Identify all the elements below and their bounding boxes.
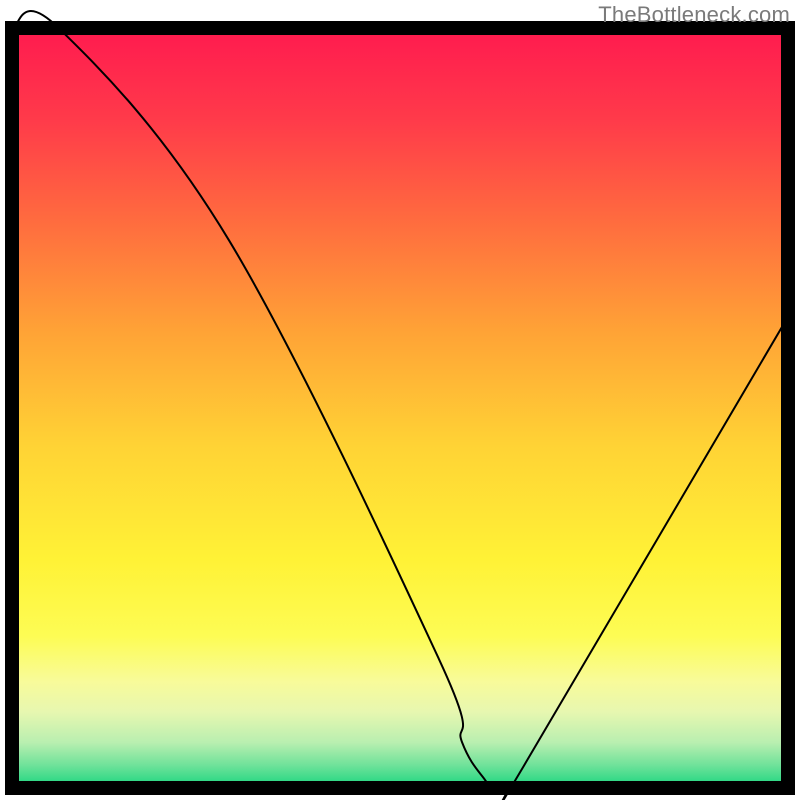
- bottleneck-chart: [0, 0, 800, 800]
- chart-container: TheBottleneck.com: [0, 0, 800, 800]
- plot-background: [12, 28, 788, 788]
- watermark-text: TheBottleneck.com: [598, 2, 790, 28]
